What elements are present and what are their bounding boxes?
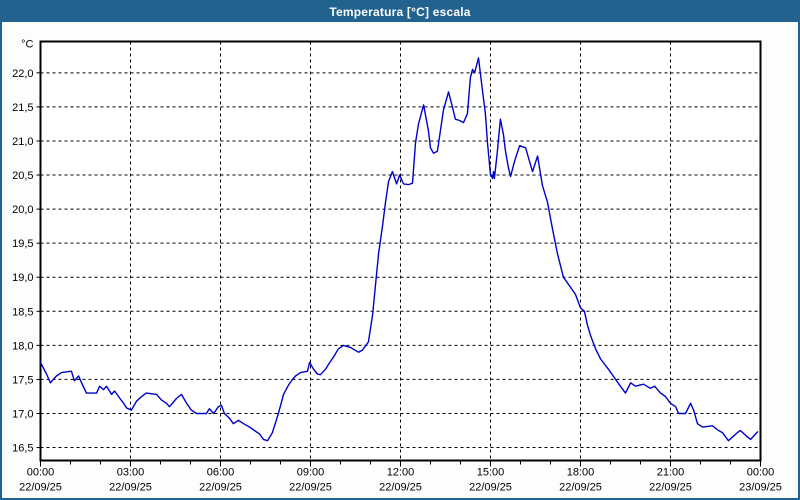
x-tick-time-label: 12:00	[387, 467, 415, 479]
y-tick-label: 20,0	[12, 204, 33, 216]
y-tick-label: 19,0	[12, 272, 33, 284]
x-tick-date-label: 22/09/25	[109, 482, 152, 494]
x-tick-date-label: 22/09/25	[289, 482, 332, 494]
window-title: Temperatura [°C] escala	[329, 5, 470, 19]
app-window: Temperatura [°C] escala 22,0 21,5 21,0 20,5…	[0, 0, 800, 500]
y-tick-label: 17,0	[12, 408, 33, 420]
x-tick-time-label: 00:00	[747, 467, 775, 479]
y-tick-label: 16,5	[12, 443, 33, 455]
y-tick-label: 19,5	[12, 238, 33, 250]
x-tick-date-label: 22/09/25	[379, 482, 422, 494]
x-tick-date-label: 22/09/25	[559, 482, 602, 494]
y-tick-label: 18,5	[12, 306, 33, 318]
x-tick-date-label: 22/09/25	[469, 482, 512, 494]
x-tick-date-label: 22/09/25	[649, 482, 692, 494]
x-tick-time-label: 21:00	[657, 467, 685, 479]
x-tick-time-label: 09:00	[297, 467, 325, 479]
x-tick-date-label: 23/09/25	[739, 482, 782, 494]
y-tick-label: 21,0	[12, 136, 33, 148]
y-tick-label: 22,0	[12, 68, 33, 80]
y-tick-label: 17,5	[12, 374, 33, 386]
x-tick-time-label: 03:00	[117, 467, 145, 479]
window-titlebar[interactable]: Temperatura [°C] escala	[2, 2, 798, 22]
x-tick-time-label: 15:00	[477, 467, 505, 479]
y-tick-label: 21,5	[12, 102, 33, 114]
chart-canvas: 22,0 21,5 21,0 20,5 20,0 19,5 19,0 18,5 18,0 17,5…	[0, 0, 800, 500]
y-axis-unit-label: °C	[21, 39, 33, 51]
y-tick-label: 20,5	[12, 170, 33, 182]
x-tick-time-label: 18:00	[567, 467, 595, 479]
x-tick-time-label: 00:00	[27, 467, 55, 479]
x-tick-time-label: 06:00	[207, 467, 235, 479]
x-tick-date-label: 22/09/25	[19, 482, 62, 494]
y-tick-label: 18,0	[12, 340, 33, 352]
x-tick-date-label: 22/09/25	[199, 482, 242, 494]
